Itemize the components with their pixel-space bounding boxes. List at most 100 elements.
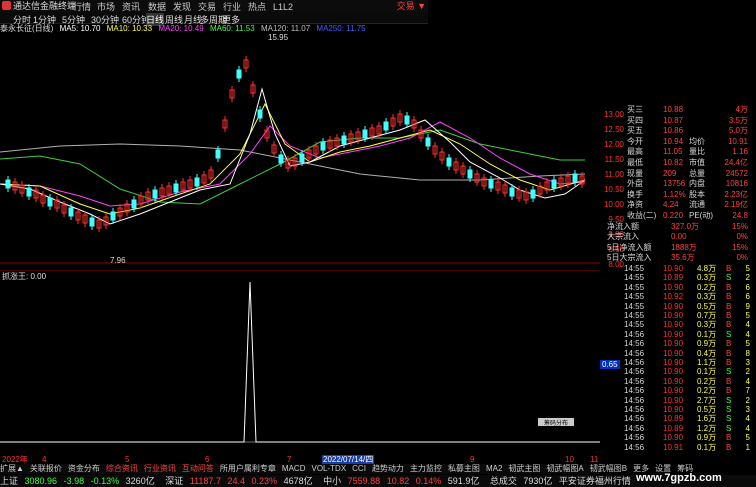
quote-label: 收益(二) [627,211,657,220]
bottom-tab[interactable]: 扩展▲ [0,464,24,473]
tick-price: 10.91 [663,442,684,452]
quote-label-2: 量比 [689,147,705,157]
candle-body [299,153,305,163]
quote-value-2: 3.5万 [728,115,748,125]
quote-row: 换手 1.12% 股本 2.23亿 [605,189,756,200]
quote-label: 净流入额 [607,221,639,231]
bottom-tab[interactable]: 主力监控 [410,464,442,473]
bottom-tab[interactable]: MA2 [486,464,502,473]
period-toolbar: 分时 1分钟 5分钟 30分钟 60分钟 日线 周线 月线 多周期 更多 [0,12,428,26]
ma10-label: MA10: 10.33 [106,24,153,33]
quote-label: 买三 [627,105,643,114]
bottom-tab[interactable]: 资金分布 [68,464,100,473]
app-logo-icon [2,1,11,10]
bottom-tab[interactable]: VOL-TDX [311,464,346,473]
sme-value: 7559.88 [347,476,381,486]
sz-label: 深证 [165,476,184,486]
indicator-chart[interactable]: 筹码分布 [0,270,600,455]
bottom-tab[interactable]: 韧武幅图B [590,464,627,473]
candle-body [89,217,95,227]
sme-change: 10.82 [386,476,410,486]
candle-body [47,197,53,207]
trade-button[interactable]: 交易 ▼ [397,0,426,12]
quote-value: 13756 [663,179,686,189]
bottom-tab[interactable]: CCI [352,464,366,473]
quote-value-2: 24.4亿 [724,158,748,167]
quote-value-2: 0% [736,253,748,263]
quote-label: 买四 [627,115,643,125]
candle-body [530,189,536,199]
candle-body [173,183,179,193]
candle-body [341,135,347,145]
bottom-tab[interactable]: 韧武主图 [508,464,540,473]
server-name[interactable]: 平安证券福州行情 [559,476,631,486]
bottom-tab[interactable]: 所用户属利专章 [220,464,276,473]
date-m10: 10 [565,455,574,464]
quote-label-2: 总量 [689,168,705,178]
quote-label: 5日大宗流入 [607,253,652,263]
stock-name: 泰永长征(日线) [0,24,54,33]
bottom-tab[interactable]: 韧武幅图A [546,464,583,473]
ma250-label: MA250: 11.75 [316,24,366,33]
quote-row: 买五 10.86 5.0万 [605,125,756,136]
quote-value: 11.05 [663,147,683,157]
quote-value: 0.220 [663,211,684,220]
quote-value-2: 24.8 [732,211,748,220]
candle-body [320,141,326,151]
candle-body [551,179,557,189]
candle-body [215,149,221,159]
candle-body [572,173,578,183]
candle-body [194,177,200,187]
bottom-tab[interactable]: 行业资讯 [144,464,176,473]
candle-body [257,109,263,119]
bottom-tab[interactable]: 关联报价 [30,464,62,473]
total-volume-label: 总成交 [489,476,517,486]
ma-legend: 泰永长征(日线) MA5: 10.70 MA10: 10.33 MA20: 10… [0,24,370,34]
sh-change: -3.98 [63,476,85,486]
candles [5,56,585,232]
bottom-tab[interactable]: 综合资讯 [106,464,138,473]
quote-value-2: 24572 [725,168,748,178]
ma120-label: MA120: 11.07 [260,24,311,33]
quote-label: 大宗流入 [607,232,639,242]
watermark: www.7gpzb.com [636,472,722,484]
tick-list[interactable]: 14:55 10.90 4.8万 B 5 14:55 10.89 0.3万 S 2 14:55 10.… [605,264,756,454]
quote-label-2: 股本 [689,189,705,199]
date-axis: 2022年 4 5 6 7 2022/07/14/四 9 10 11 [0,455,600,464]
quote-label: 今开 [627,136,643,146]
sh-label: 上证 [0,476,19,486]
quote-label: 最高 [627,147,643,157]
ma5-label: MA5: 10.70 [59,24,101,33]
candle-body [446,157,452,167]
quote-value: 10.94 [663,136,684,146]
quote-panel: 买三 10.88 4万 买四 10.87 3.5万 买五 10.86 5.0万 今开 10.94 均价… [605,104,756,264]
bottom-tab[interactable]: 私募主图 [448,464,480,473]
quote-value-2: 15% [731,242,748,252]
quote-value-2: 10.91 [727,136,748,146]
tick-time: 14:56 [624,442,645,452]
quote-value-2: 0% [736,232,748,242]
quote-label: 最低 [627,158,643,167]
ma60-line [0,129,585,205]
candlestick-chart[interactable]: 15.95 7.96 [0,34,600,264]
bottom-tab[interactable]: MACD [282,464,306,473]
sz-index[interactable]: 深证 11187.7 24.4 0.23% 4678亿 [165,476,319,486]
quote-value: 327.0万 [671,221,700,231]
sme-index[interactable]: 中小 7559.88 10.82 0.14% 591.9亿 [323,476,486,486]
title-bar: 通达信金融终端 行情 市场 资讯 数据 发现 交易 行业 热点 L1L2 交易 … [0,0,428,12]
candle-body [467,169,473,179]
candle-body [110,211,116,221]
candle-body [488,179,494,189]
bottom-tabs: 扩展▲ 关联报价 资金分布 综合资讯 行业资讯 互动问答 所用户属利专章 MACD VOL-TD… [0,464,693,474]
quote-value-2: 1.16 [732,147,748,157]
date-m7: 7 [287,455,292,464]
sh-index[interactable]: 上证 3080.96 -3.98 -0.13% 3260亿 [0,476,161,486]
low-marker: 7.96 [110,256,126,264]
bottom-tab[interactable]: 互动问答 [182,464,214,473]
date-m9: 9 [470,455,475,464]
candle-body [509,187,515,197]
bottom-tab[interactable]: 趋势动力 [372,464,404,473]
candle-body [5,179,11,189]
date-m5: 5 [125,455,130,464]
quote-value: 0.00 [671,232,687,242]
